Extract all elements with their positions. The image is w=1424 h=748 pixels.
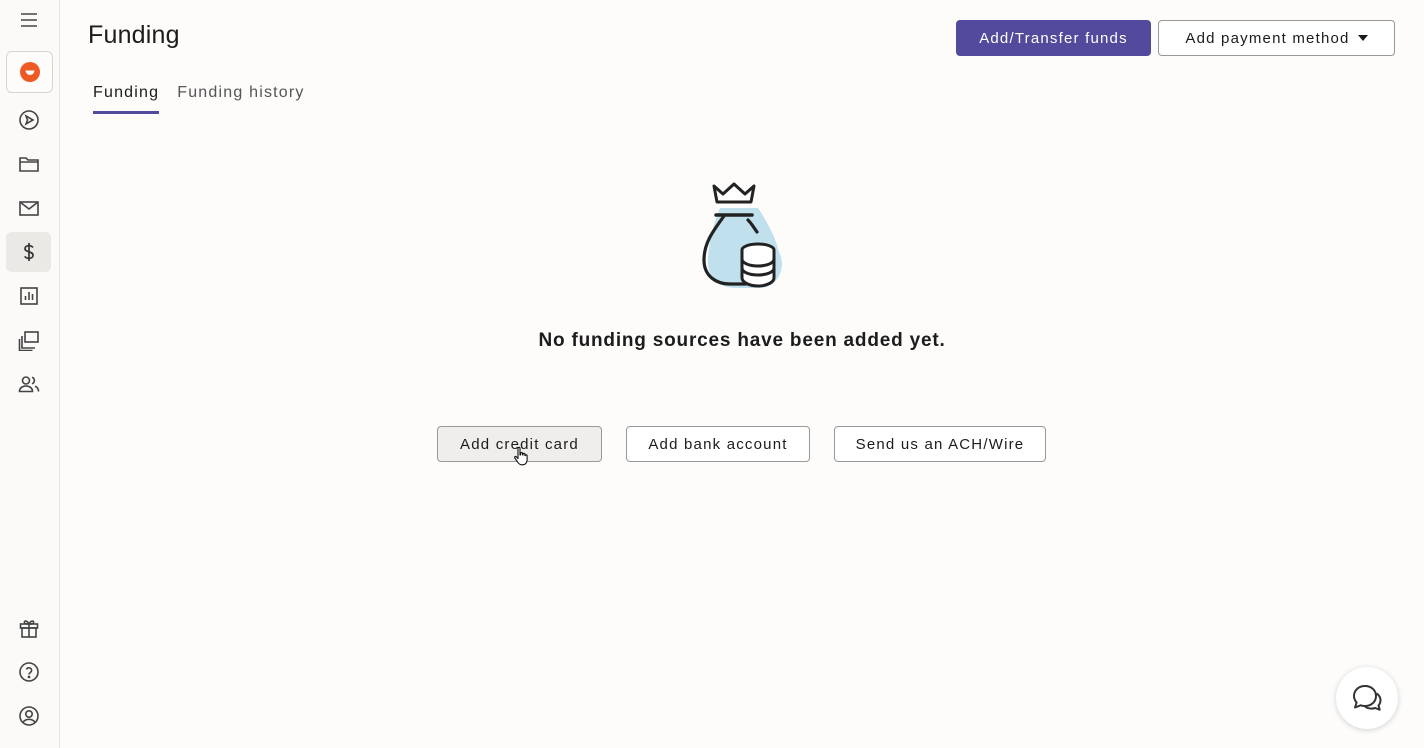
tab-funding-history[interactable]: Funding history (177, 84, 304, 114)
empty-state-message: No funding sources have been added yet. (538, 330, 946, 351)
send-ach-wire-label: Send us an ACH/Wire (855, 435, 1025, 453)
caret-down-icon (1357, 35, 1368, 41)
menu-icon[interactable] (6, 0, 51, 40)
send-ach-wire-button[interactable]: Send us an ACH/Wire (834, 426, 1046, 462)
mail-icon[interactable] (6, 188, 51, 228)
add-credit-card-label: Add credit card (460, 435, 579, 453)
tab-bar: Funding Funding history (93, 84, 305, 114)
help-icon[interactable] (6, 652, 51, 692)
gift-icon[interactable] (6, 608, 51, 648)
chat-button[interactable] (1336, 667, 1398, 729)
main-content: Funding Add/Transfer funds Add payment m… (60, 0, 1424, 748)
add-transfer-funds-label: Add/Transfer funds (979, 29, 1128, 47)
add-transfer-funds-button[interactable]: Add/Transfer funds (956, 20, 1151, 56)
sidebar (0, 0, 60, 748)
dollar-icon[interactable] (6, 232, 51, 272)
page-title: Funding (88, 21, 180, 49)
add-payment-method-label: Add payment method (1185, 29, 1350, 47)
layers-icon[interactable] (6, 320, 51, 360)
folder-icon[interactable] (6, 144, 51, 184)
money-bag-icon (702, 182, 782, 288)
team-icon[interactable] (6, 364, 51, 404)
add-bank-account-label: Add bank account (648, 435, 788, 453)
brand-logo-icon[interactable] (6, 51, 53, 93)
account-icon[interactable] (6, 696, 51, 736)
bar-chart-icon[interactable] (6, 276, 51, 316)
chat-icon (1353, 685, 1382, 711)
send-icon[interactable] (6, 100, 51, 140)
add-bank-account-button[interactable]: Add bank account (626, 426, 810, 462)
tab-funding[interactable]: Funding (93, 84, 160, 114)
add-payment-method-button[interactable]: Add payment method (1158, 20, 1395, 56)
add-credit-card-button[interactable]: Add credit card (437, 426, 602, 462)
